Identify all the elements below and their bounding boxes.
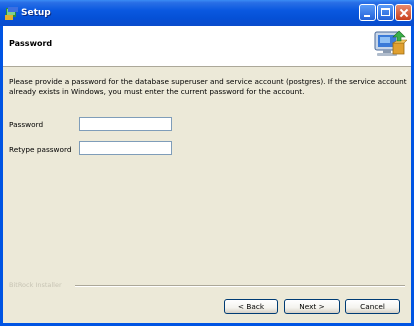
retype-password-field[interactable] <box>79 141 172 155</box>
close-button[interactable] <box>395 4 412 21</box>
maximize-button[interactable] <box>377 4 394 21</box>
cancel-button[interactable]: Cancel <box>345 299 400 314</box>
setup-window: Setup Password Please provide a password… <box>0 0 414 326</box>
window-title: Setup <box>21 8 51 18</box>
footer-divider <box>75 285 405 287</box>
installer-label: BitRock Installer <box>9 281 62 289</box>
password-field[interactable] <box>79 117 172 131</box>
description-text: Please provide a password for the databa… <box>9 77 407 96</box>
password-label: Password <box>9 120 44 129</box>
title-bar[interactable]: Setup <box>0 0 414 26</box>
retype-password-label: Retype password <box>9 145 72 154</box>
page-title: Password <box>9 39 53 48</box>
back-button[interactable]: < Back <box>224 299 278 314</box>
minimize-button[interactable] <box>359 4 376 21</box>
dialog-body: Password Please provide a password for t… <box>3 26 411 323</box>
computer-install-icon <box>374 30 407 56</box>
page-header: Password <box>3 26 411 67</box>
next-button[interactable]: Next > <box>284 299 340 314</box>
setup-app-icon <box>5 7 18 20</box>
